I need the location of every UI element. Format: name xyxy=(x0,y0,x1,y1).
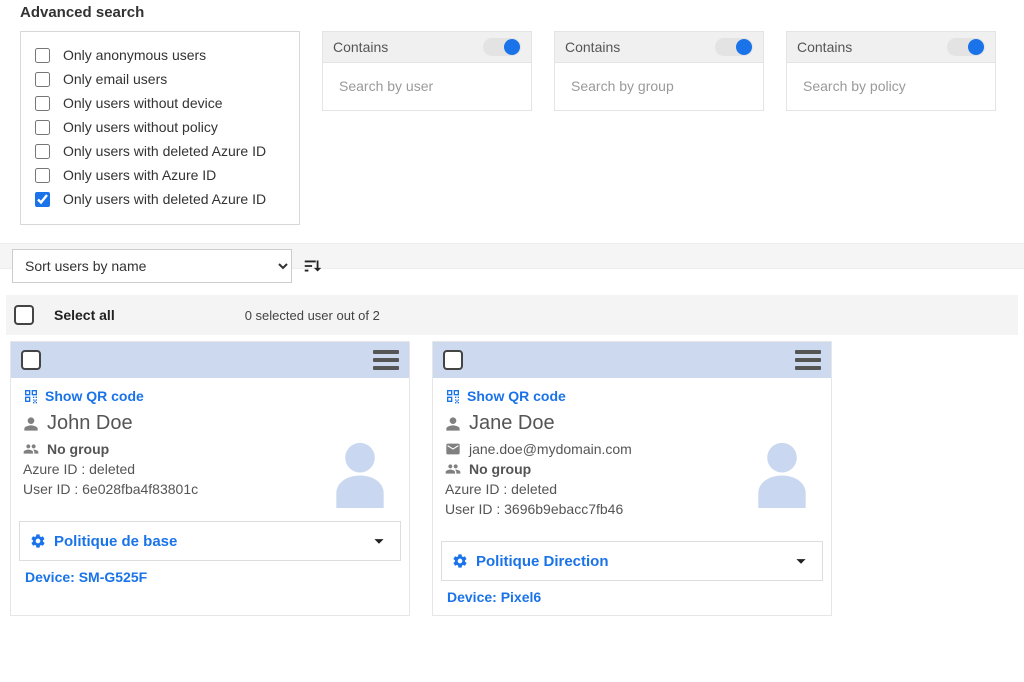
filter-checkbox[interactable] xyxy=(35,168,50,183)
user-id: User ID : 6e028fba4f83801c xyxy=(23,481,198,497)
filter-label: Only users without device xyxy=(63,92,223,114)
show-qr-label: Show QR code xyxy=(45,388,144,404)
sort-asc-icon[interactable] xyxy=(302,255,324,277)
filter-checkbox[interactable] xyxy=(35,72,50,87)
chevron-down-icon[interactable] xyxy=(790,550,812,572)
filter-item[interactable]: Only users without policy xyxy=(31,116,287,138)
group-icon xyxy=(23,441,39,457)
policy-name: Politique de base xyxy=(54,533,177,550)
filter-checkbox[interactable] xyxy=(35,96,50,111)
filter-label: Only users without policy xyxy=(63,116,218,138)
sort-select[interactable]: Sort users by name xyxy=(12,249,292,283)
show-qr-link[interactable]: Show QR code xyxy=(445,388,819,404)
select-all-label: Select all xyxy=(54,307,115,323)
qr-icon xyxy=(23,388,39,404)
user-id: User ID : 3696b9ebacc7fb46 xyxy=(445,501,623,517)
card-header xyxy=(11,342,409,378)
hamburger-icon[interactable] xyxy=(373,350,399,370)
user-email: jane.doe@mydomain.com xyxy=(469,441,632,457)
avatar-icon xyxy=(323,434,397,508)
filter-box: Only anonymous usersOnly email usersOnly… xyxy=(20,31,300,225)
search-input[interactable] xyxy=(801,77,981,95)
card-header xyxy=(433,342,831,378)
group-icon xyxy=(445,461,461,477)
page-title: Advanced search xyxy=(20,4,1004,21)
filter-checkbox[interactable] xyxy=(35,144,50,159)
user-card: Show QR code Jane Doe jane.doe@mydomain.… xyxy=(432,341,832,616)
person-icon xyxy=(445,416,461,432)
gear-icon xyxy=(452,553,468,569)
show-qr-label: Show QR code xyxy=(467,388,566,404)
search-input[interactable] xyxy=(337,77,517,95)
contains-toggle[interactable] xyxy=(947,38,985,56)
card-checkbox[interactable] xyxy=(21,350,41,370)
filter-item[interactable]: Only users with deleted Azure ID xyxy=(31,140,287,162)
gear-icon xyxy=(30,533,46,549)
filter-item[interactable]: Only email users xyxy=(31,68,287,90)
filter-label: Only users with deleted Azure ID xyxy=(63,188,266,210)
mail-icon xyxy=(445,441,461,457)
user-card: Show QR code John Doe No group Azure ID … xyxy=(10,341,410,616)
contains-toggle[interactable] xyxy=(715,38,753,56)
filter-label: Only email users xyxy=(63,68,167,90)
filter-label: Only users with Azure ID xyxy=(63,164,216,186)
policy-row[interactable]: Politique Direction xyxy=(441,541,823,581)
filter-label: Only users with deleted Azure ID xyxy=(63,140,266,162)
contains-label: Contains xyxy=(333,39,388,55)
search-input[interactable] xyxy=(569,77,749,95)
user-group: No group xyxy=(469,461,531,477)
avatar-icon xyxy=(745,434,819,508)
show-qr-link[interactable]: Show QR code xyxy=(23,388,397,404)
contains-toggle[interactable] xyxy=(483,38,521,56)
device-link[interactable]: Device: SM-G525F xyxy=(11,563,409,595)
hamburger-icon[interactable] xyxy=(795,350,821,370)
contains-header: Contains xyxy=(322,31,532,63)
filter-checkbox[interactable] xyxy=(35,192,50,207)
search-column: Contains xyxy=(554,31,764,111)
filter-checkbox[interactable] xyxy=(35,120,50,135)
chevron-down-icon[interactable] xyxy=(368,530,390,552)
filter-label: Only anonymous users xyxy=(63,44,206,66)
select-all-bar: Select all 0 selected user out of 2 xyxy=(6,295,1018,335)
filter-checkbox[interactable] xyxy=(35,48,50,63)
person-icon xyxy=(23,416,39,432)
filter-item[interactable]: Only anonymous users xyxy=(31,44,287,66)
contains-header: Contains xyxy=(786,31,996,63)
user-group: No group xyxy=(47,441,109,457)
card-checkbox[interactable] xyxy=(443,350,463,370)
user-name: Jane Doe xyxy=(469,412,555,435)
azure-id: Azure ID : deleted xyxy=(23,461,135,477)
user-name: John Doe xyxy=(47,412,133,435)
selected-count: 0 selected user out of 2 xyxy=(245,308,380,323)
azure-id: Azure ID : deleted xyxy=(445,481,557,497)
select-all-checkbox[interactable] xyxy=(14,305,34,325)
qr-icon xyxy=(445,388,461,404)
search-column: Contains xyxy=(786,31,996,111)
policy-name: Politique Direction xyxy=(476,553,609,570)
contains-header: Contains xyxy=(554,31,764,63)
filter-item[interactable]: Only users without device xyxy=(31,92,287,114)
search-column: Contains xyxy=(322,31,532,111)
policy-row[interactable]: Politique de base xyxy=(19,521,401,561)
device-link[interactable]: Device: Pixel6 xyxy=(433,583,831,615)
filter-item[interactable]: Only users with Azure ID xyxy=(31,164,287,186)
contains-label: Contains xyxy=(797,39,852,55)
filter-item[interactable]: Only users with deleted Azure ID xyxy=(31,188,287,210)
contains-label: Contains xyxy=(565,39,620,55)
